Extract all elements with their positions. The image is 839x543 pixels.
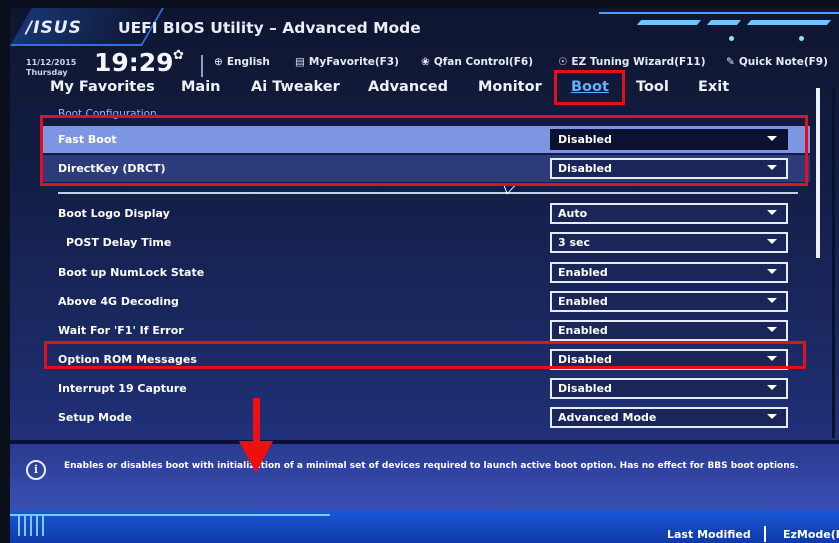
setting-label: Setup Mode [58, 411, 133, 424]
scrollbar[interactable] [816, 88, 820, 258]
app-title: UEFI BIOS Utility – Advanced Mode [118, 19, 421, 37]
tab-ai-tweaker[interactable]: Ai Tweaker [251, 79, 340, 95]
annotation-arrow-head [239, 441, 273, 473]
weekday: Thursday [26, 68, 68, 77]
numlock-state-dropdown[interactable]: Enabled [550, 262, 788, 283]
above-4g-decoding-dropdown[interactable]: Enabled [550, 291, 788, 312]
header-circuit-decoration [599, 12, 839, 41]
caret-down-icon [767, 298, 777, 303]
wait-for-f1-dropdown[interactable]: Enabled [550, 320, 788, 341]
separator [201, 55, 203, 77]
tab-my-favorites[interactable]: My Favorites [50, 79, 155, 95]
ez-tuning-wizard-button[interactable]: ☉ EZ Tuning Wizard(F11) [558, 56, 706, 68]
boot-logo-display-dropdown[interactable]: Auto [550, 203, 788, 224]
setting-row-interrupt-19-capture[interactable]: Interrupt 19 Capture Disabled [40, 375, 810, 402]
note-pencil-icon: ✎ [726, 56, 735, 68]
tab-exit[interactable]: Exit [698, 79, 729, 95]
tab-main[interactable]: Main [181, 79, 221, 95]
setting-row-numlock-state[interactable]: Boot up NumLock State Enabled [40, 259, 810, 286]
date-display: 11/12/2015 Thursday [26, 58, 76, 78]
quick-note-button[interactable]: ✎ Quick Note(F9) [726, 56, 828, 68]
setting-label: Interrupt 19 Capture [58, 382, 187, 395]
setting-label: Above 4G Decoding [58, 295, 179, 308]
date: 11/12/2015 [26, 58, 77, 67]
setting-row-post-delay-time[interactable]: POST Delay Time 3 sec [40, 229, 810, 256]
setup-mode-dropdown[interactable]: Advanced Mode [550, 407, 788, 428]
caret-down-icon [767, 269, 777, 274]
caret-down-icon [767, 210, 777, 215]
help-panel: i Enables or disables boot with initiali… [10, 440, 839, 514]
fan-icon: ❀ [421, 56, 430, 68]
tab-advanced[interactable]: Advanced [368, 79, 448, 95]
info-icon: i [26, 460, 46, 480]
caret-down-icon [767, 327, 777, 332]
tab-tool[interactable]: Tool [636, 79, 669, 95]
setting-row-setup-mode[interactable]: Setup Mode Advanced Mode [40, 404, 810, 431]
footer: Last Modified EzMode(F7) [10, 510, 839, 543]
setting-row-above-4g-decoding[interactable]: Above 4G Decoding Enabled [40, 288, 810, 315]
clock: 19:29 [94, 48, 174, 77]
gear-icon[interactable]: ✿ [173, 48, 184, 63]
caret-down-icon [767, 239, 777, 244]
last-modified-button[interactable]: Last Modified [667, 528, 751, 541]
panel-border [832, 88, 835, 438]
caret-down-icon [767, 385, 777, 390]
setting-label: Wait For 'F1' If Error [58, 324, 184, 337]
asus-logo: /ISUS [26, 18, 82, 38]
footer-separator [764, 526, 766, 542]
lightbulb-icon: ☉ [558, 56, 568, 68]
header: /ISUS UEFI BIOS Utility – Advanced Mode … [10, 8, 839, 108]
setting-label: Boot up NumLock State [58, 266, 205, 279]
annotation-box-boot-tab [554, 70, 625, 105]
caret-down-icon [767, 414, 777, 419]
favorites-window-icon: ▤ [295, 56, 305, 68]
bios-screen: /ISUS UEFI BIOS Utility – Advanced Mode … [10, 8, 839, 543]
ezmode-button[interactable]: EzMode(F7) [783, 528, 839, 541]
setting-row-wait-for-f1[interactable]: Wait For 'F1' If Error Enabled [40, 317, 810, 344]
annotation-box-fast-boot [40, 115, 808, 186]
post-delay-time-dropdown[interactable]: 3 sec [550, 232, 788, 253]
annotation-box-option-rom [44, 341, 806, 369]
setting-label: Boot Logo Display [58, 207, 170, 220]
qfan-control-button[interactable]: ❀ Qfan Control(F6) [421, 56, 533, 68]
globe-icon: ⊕ [214, 56, 223, 68]
setting-row-boot-logo-display[interactable]: Boot Logo Display Auto [40, 200, 810, 227]
divider [58, 192, 798, 194]
help-text: Enables or disables boot with initializa… [64, 461, 799, 471]
interrupt-19-capture-dropdown[interactable]: Disabled [550, 378, 788, 399]
footer-circuit-decoration [10, 514, 330, 543]
language-button[interactable]: ⊕ English [214, 56, 270, 68]
myfavorite-button[interactable]: ▤ MyFavorite(F3) [295, 56, 399, 68]
setting-label: POST Delay Time [66, 236, 172, 249]
tab-monitor[interactable]: Monitor [478, 79, 542, 95]
